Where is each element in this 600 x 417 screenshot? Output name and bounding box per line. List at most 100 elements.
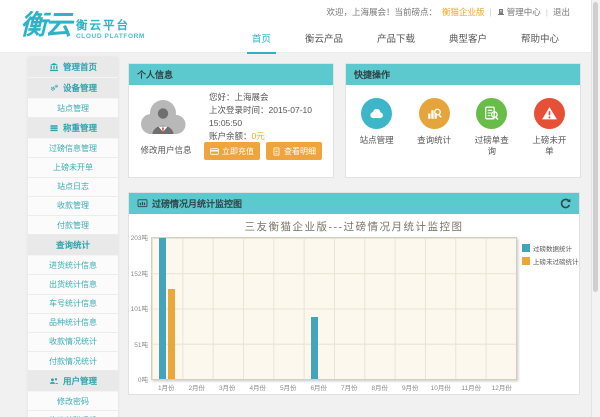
refresh-icon[interactable] <box>559 197 572 210</box>
avatar <box>137 96 189 136</box>
building-icon <box>497 8 505 16</box>
sidebar-item[interactable]: 站点日志 <box>28 178 118 197</box>
sidebar-item[interactable]: 品种统计信息 <box>28 314 118 333</box>
chart-legend: 过磅数据统计上磅未过磅统计 <box>522 243 579 266</box>
chart-bar <box>311 317 318 380</box>
quick-action-label: 过磅单查询 <box>472 135 512 157</box>
platform-name: 衡云平台 <box>76 17 145 33</box>
legend-label: 上磅未过磅统计 <box>533 256 579 266</box>
scrollbar-thumb[interactable] <box>593 2 598 292</box>
chart-y-axis: 203吨152吨101吨51吨0吨 <box>129 237 149 379</box>
sidebar-section-label: 设备管理 <box>63 82 97 94</box>
x-tick-label: 9月份 <box>395 382 426 392</box>
y-tick-label: 152吨 <box>131 268 148 278</box>
chart-bar <box>159 238 166 379</box>
separator: | <box>490 7 492 17</box>
legend-item: 上磅未过磅统计 <box>522 256 579 266</box>
balance-value: 0元 <box>252 131 265 141</box>
y-tick-label: 51吨 <box>134 339 148 349</box>
quick-action[interactable]: 上磅未开单 <box>522 98 576 157</box>
sidebar: 管理首页设备管理站点管理称重管理过磅信息管理上磅未开单站点日志收款管理付款管理查… <box>28 57 118 417</box>
legend-item: 过磅数据统计 <box>522 243 579 253</box>
scrollbar[interactable] <box>591 0 600 417</box>
last-login-text: 上次登录时间：2015-07-10 15:05:50 <box>209 104 329 130</box>
nav-tab[interactable]: 典型客户 <box>444 26 492 54</box>
sidebar-item[interactable]: 进货统计信息 <box>28 256 118 275</box>
quick-panel-title: 快捷操作 <box>354 68 390 81</box>
separator: | <box>546 7 548 17</box>
x-tick-label: 3月份 <box>212 382 243 392</box>
quick-action-label: 站点管理 <box>357 135 397 146</box>
quick-actions: 站点管理查询统计过磅单查询上磅未开单 <box>346 85 580 157</box>
profile-panel-header: 个人信息 <box>129 64 333 85</box>
users-icon <box>49 376 59 386</box>
legend-swatch <box>522 257 530 265</box>
quick-action[interactable]: 查询统计 <box>407 98 461 157</box>
profile-buttons: 立即充值 查看明细 <box>204 142 322 160</box>
sidebar-item[interactable]: 出货统计信息 <box>28 275 118 294</box>
chart-x-axis: 1月份2月份3月份4月份5月份6月份7月份8月份9月份10月份11月份12月份 <box>151 382 517 392</box>
sidebar-item[interactable]: 付款管理 <box>28 216 118 235</box>
platform-subtitle: CLOUD PLATFORM <box>76 33 145 40</box>
sidebar-item[interactable]: 过磅信息管理 <box>28 139 118 158</box>
sidebar-section-header[interactable]: 查询统计 <box>28 235 118 256</box>
doc-search-icon <box>483 105 500 122</box>
nav-tab[interactable]: 帮助中心 <box>516 26 564 54</box>
profile-panel-title: 个人信息 <box>137 68 173 81</box>
profile-panel: 个人信息 修改用户信息 您好：上海展会 上次登录时间：2015-07-10 15… <box>128 63 334 178</box>
sidebar-section-header[interactable]: 用户管理 <box>28 371 118 392</box>
x-tick-label: 4月份 <box>243 382 274 392</box>
sidebar-item[interactable]: 上磅未开单 <box>28 158 118 177</box>
legend-label: 过磅数据统计 <box>533 243 572 253</box>
nav-tab[interactable]: 首页 <box>247 26 276 54</box>
avatar-cloud-icon <box>137 96 189 136</box>
sidebar-item[interactable]: 修改密码 <box>28 392 118 411</box>
sidebar-section-header[interactable]: 管理首页 <box>28 57 118 78</box>
sidebar-item[interactable]: 收款情况统计 <box>28 333 118 352</box>
current-site-link[interactable]: 衡猫企业版 <box>442 6 485 18</box>
page: 衡云 衡云平台 CLOUD PLATFORM 欢迎，上海展会！当前磅点： 衡猫企… <box>0 0 600 417</box>
quick-action[interactable]: 过磅单查询 <box>465 98 519 157</box>
chart-plot-area <box>151 237 517 380</box>
sidebar-section-header[interactable]: 设备管理 <box>28 78 118 99</box>
x-tick-label: 11月份 <box>456 382 487 392</box>
edit-user-info-link[interactable]: 修改用户信息 <box>129 144 203 156</box>
x-tick-label: 7月份 <box>334 382 365 392</box>
logo: 衡云 衡云平台 CLOUD PLATFORM <box>20 5 145 45</box>
sidebar-item[interactable]: 车号统计信息 <box>28 295 118 314</box>
sidebar-section-header[interactable]: 称重管理 <box>28 118 118 139</box>
sidebar-item[interactable]: 付款情况统计 <box>28 352 118 371</box>
chart-search-icon <box>426 105 443 122</box>
quick-action[interactable]: 站点管理 <box>350 98 404 157</box>
x-tick-label: 6月份 <box>304 382 335 392</box>
header: 衡云 衡云平台 CLOUD PLATFORM 欢迎，上海展会！当前磅点： 衡猫企… <box>0 0 600 53</box>
y-tick-label: 101吨 <box>131 303 148 313</box>
document-icon <box>272 147 281 156</box>
logo-mark: 衡云 <box>20 5 70 45</box>
y-tick-label: 0吨 <box>138 374 148 384</box>
chart-bar <box>168 289 175 379</box>
nav-tabs: 首页衡云产品产品下载典型客户帮助中心 <box>247 26 564 54</box>
gears-icon <box>49 83 59 93</box>
sidebar-item[interactable]: 站点管理 <box>28 99 118 118</box>
x-tick-label: 10月份 <box>426 382 457 392</box>
quick-panel-header: 快捷操作 <box>346 64 580 85</box>
y-tick-label: 203吨 <box>131 232 148 242</box>
x-tick-label: 2月份 <box>182 382 213 392</box>
sidebar-item[interactable]: 修改关联手机 <box>28 411 118 417</box>
admin-center-link[interactable]: 管理中心 <box>497 6 541 18</box>
quick-action-label: 上磅未开单 <box>529 135 569 157</box>
sidebar-item[interactable]: 收款管理 <box>28 197 118 216</box>
legend-swatch <box>522 244 530 252</box>
quick-actions-panel: 快捷操作 站点管理查询统计过磅单查询上磅未开单 <box>345 63 581 178</box>
logout-link[interactable]: 退出 <box>553 6 570 18</box>
nav-tab[interactable]: 产品下载 <box>372 26 420 54</box>
x-tick-label: 12月份 <box>487 382 518 392</box>
warning-icon <box>541 105 558 122</box>
bank-icon <box>49 62 59 72</box>
view-detail-button[interactable]: 查看明细 <box>266 142 322 160</box>
recharge-button[interactable]: 立即充值 <box>204 142 260 160</box>
nav-tab[interactable]: 衡云产品 <box>300 26 348 54</box>
greeting-text: 您好：上海展会 <box>209 91 329 104</box>
admin-center-label: 管理中心 <box>507 6 541 18</box>
